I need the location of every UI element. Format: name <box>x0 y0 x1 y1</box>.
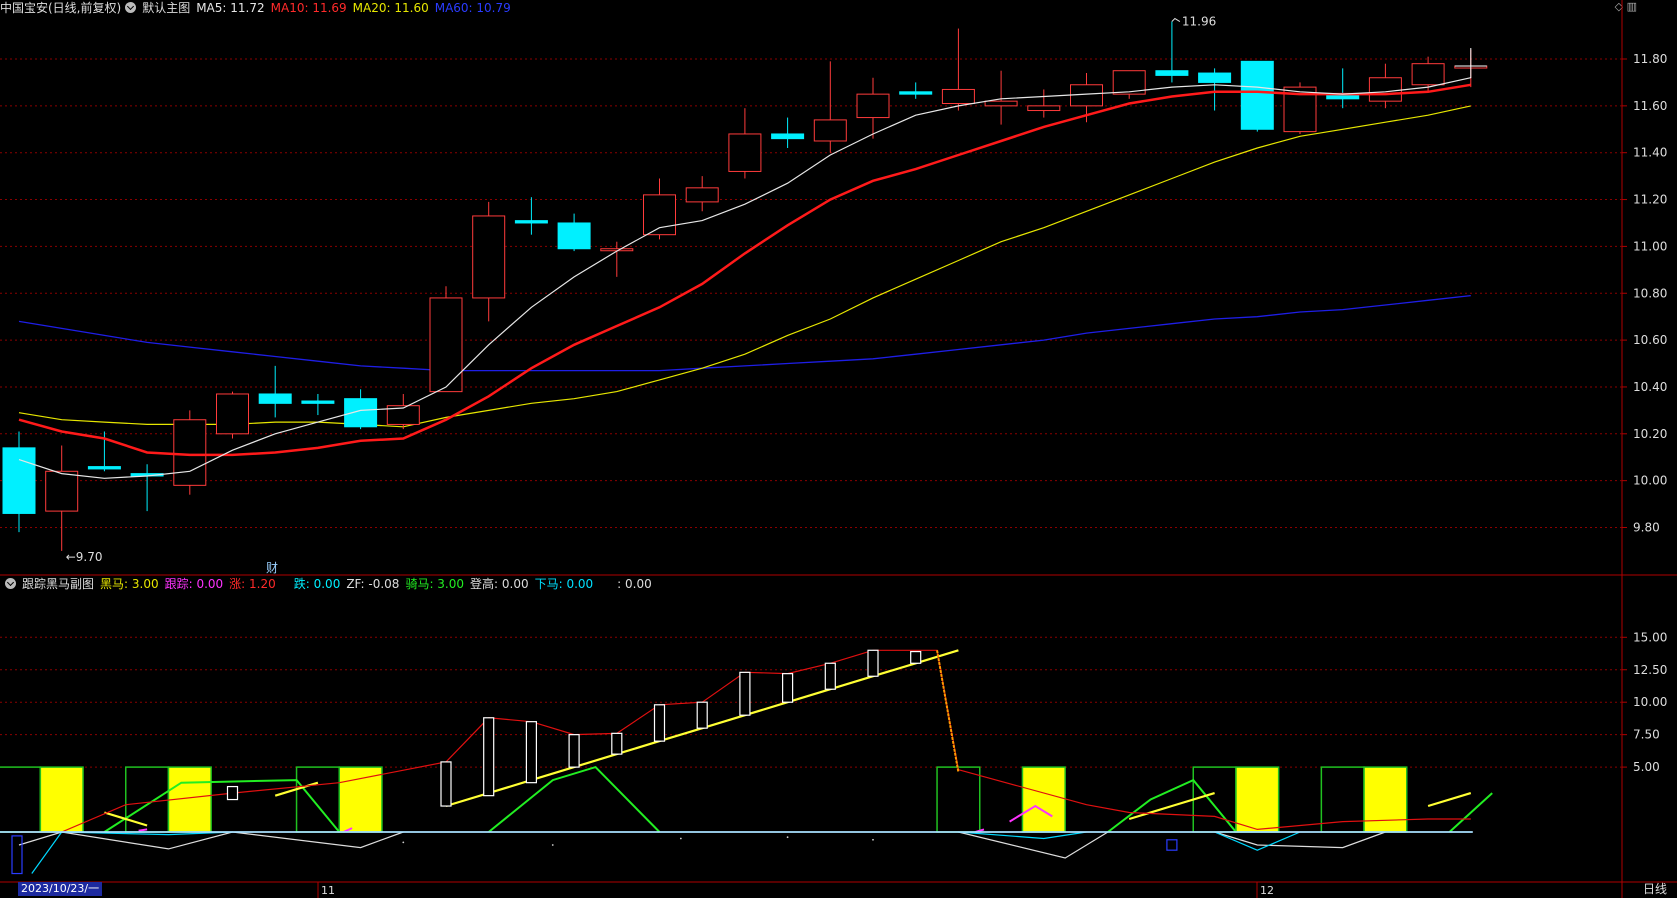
month-label-nov: 11 <box>321 884 335 897</box>
candle-body-down <box>899 91 933 95</box>
heima-outline-bar <box>1192 766 1237 833</box>
price-tick-label: 10.40 <box>1633 380 1667 394</box>
indicator-dot <box>551 844 554 846</box>
price-tick-label: 9.80 <box>1633 521 1660 535</box>
candle-body-up <box>643 194 676 236</box>
candle-body-up <box>728 133 762 172</box>
price-tick-label: 11.60 <box>1633 99 1667 113</box>
heima-yellow-bar <box>1363 766 1408 833</box>
zhang-bar <box>696 701 708 729</box>
zhang-bar <box>568 734 580 768</box>
date-cursor-label: 2023/10/23/一 <box>18 882 103 896</box>
price-tick-label: 10.20 <box>1633 427 1667 441</box>
die-bar <box>11 835 23 875</box>
candle-body-up <box>216 393 249 435</box>
heima-yellow-bar <box>1235 766 1280 833</box>
lower-white-line <box>18 831 404 850</box>
candle-body-up <box>941 88 975 105</box>
candle-body-down <box>1155 70 1189 76</box>
candle-body-down <box>344 398 378 428</box>
candle-body-up <box>429 297 463 393</box>
candle-body-down <box>771 133 805 140</box>
candle-body-down <box>1240 60 1274 130</box>
heima-outline-bar <box>0 766 42 833</box>
lower-white-line <box>1214 831 1386 849</box>
price-tick-label: 11.20 <box>1633 193 1667 207</box>
zhang-bar <box>781 673 794 703</box>
low-price-annotation: ←9.70 <box>66 550 103 564</box>
heima-outline-bar <box>936 766 981 833</box>
zhang-bar <box>525 721 538 784</box>
heima-outline-bar <box>1320 766 1365 833</box>
candle-body-down <box>557 222 591 250</box>
price-tick-label: 11.80 <box>1633 52 1667 66</box>
candle-body-up <box>984 100 1018 107</box>
candle-body-up <box>1368 77 1402 102</box>
zhang-bar <box>226 785 239 801</box>
candle-body-up <box>813 119 847 142</box>
indicator-dot <box>786 836 789 839</box>
lower-cyan-line <box>958 831 1087 840</box>
zhang-bar <box>867 649 879 677</box>
month-label-dec: 12 <box>1260 884 1274 897</box>
lower-cyan-line <box>31 831 233 874</box>
candle-body-up <box>173 419 207 486</box>
price-tick-label: 11.00 <box>1633 239 1667 253</box>
price-tick-label: 11.40 <box>1633 146 1667 160</box>
indicator-tick-label: 12.50 <box>1633 663 1667 677</box>
heima-yellow-bar <box>338 766 383 833</box>
candle-body-down <box>301 400 335 404</box>
indicator-dot <box>872 838 874 841</box>
zhang-bar <box>910 650 922 664</box>
indicator-dot <box>402 841 405 844</box>
candle-body-down <box>258 393 292 404</box>
indicator-tick-label: 15.00 <box>1633 630 1667 644</box>
green-signal-line <box>488 765 661 833</box>
indicator-dot <box>679 837 682 840</box>
price-tick-label: 10.80 <box>1633 286 1667 300</box>
zhang-bar <box>483 717 495 797</box>
orange-drop-line <box>936 650 960 773</box>
die-bar <box>1166 839 1178 851</box>
candle-body-up <box>472 215 506 299</box>
price-tick-label: 10.60 <box>1633 333 1667 347</box>
heima-yellow-bar <box>39 766 84 833</box>
candle-body-up <box>685 187 719 203</box>
financial-report-icon: 财 <box>266 561 278 575</box>
candle-body-up <box>1411 63 1445 86</box>
price-tick-label: 10.00 <box>1633 474 1667 488</box>
chart-canvas[interactable]: 11.80 11.60 11.40 11.20 11.00 10.80 10.60 10.40… <box>0 0 1677 898</box>
zhang-bar <box>824 662 836 690</box>
candle-body-down <box>2 447 36 514</box>
heima-yellow-bar <box>1021 766 1066 833</box>
candle-body-down <box>1198 72 1232 83</box>
zhang-bar <box>653 704 666 742</box>
candle-body-down <box>87 466 121 470</box>
lower-cyan-line <box>1214 831 1301 851</box>
period-label[interactable]: 日线 <box>1643 880 1667 897</box>
zhang-bar <box>611 732 623 755</box>
heima-outline-bar <box>295 766 340 833</box>
candle-body-down <box>514 220 548 224</box>
high-marker-arrow <box>1171 17 1181 22</box>
ma60-line <box>18 294 1471 372</box>
lower-white-line <box>958 831 1109 859</box>
high-price-annotation: 11.96 <box>1182 15 1216 29</box>
zhang-bar <box>739 671 751 716</box>
candle-body-up <box>45 470 79 512</box>
qima-line <box>1427 792 1472 808</box>
candle-body-up <box>1027 105 1061 112</box>
zhang-bar <box>440 761 452 807</box>
green-signal-line <box>1448 792 1493 833</box>
indicator-tick-label: 5.00 <box>1633 760 1660 774</box>
indicator-tick-label: 7.50 <box>1633 728 1660 742</box>
heima-outline-bar <box>125 766 170 833</box>
candle-body-up <box>856 93 890 119</box>
genzong-magenta-line <box>138 828 148 832</box>
indicator-tick-label: 10.00 <box>1633 695 1667 709</box>
